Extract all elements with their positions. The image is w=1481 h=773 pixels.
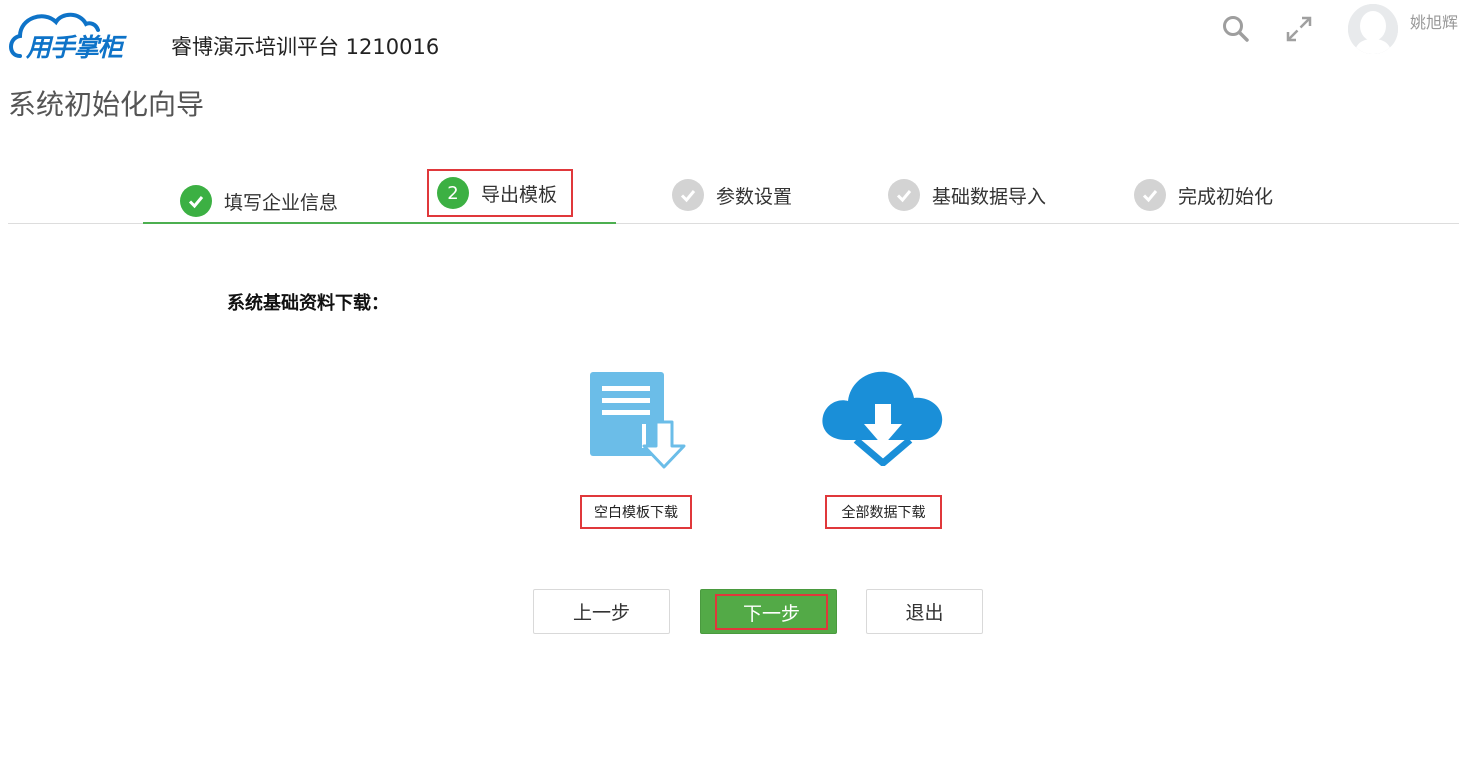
search-icon[interactable]	[1221, 14, 1251, 44]
step-label: 完成初始化	[1178, 185, 1274, 208]
platform-name: 睿博演示培训平台 1210016	[171, 35, 440, 59]
check-icon	[672, 179, 704, 211]
step-label: 参数设置	[716, 185, 793, 208]
step-parameter-settings[interactable]: 参数设置	[672, 175, 792, 215]
page-title: 系统初始化向导	[8, 88, 205, 121]
step-base-data-import[interactable]: 基础数据导入	[888, 175, 1046, 215]
step-finish-initialization[interactable]: 完成初始化	[1134, 175, 1273, 215]
section-title: 系统基础资料下载：	[227, 293, 389, 314]
check-icon	[180, 185, 212, 217]
logo[interactable]: 用手掌柜	[6, 4, 166, 64]
username[interactable]: 姚旭辉	[1410, 9, 1458, 33]
step-label: 基础数据导入	[932, 185, 1047, 208]
check-icon	[888, 179, 920, 211]
step-export-template[interactable]: 2 导出模板	[427, 169, 573, 217]
cloud-download-icon[interactable]	[820, 368, 946, 467]
exit-button[interactable]: 退出	[866, 589, 983, 634]
all-data-download-link[interactable]: 全部数据下载	[825, 495, 942, 529]
step-label: 导出模板	[481, 183, 558, 206]
expand-icon[interactable]	[1284, 14, 1314, 44]
step-fill-company-info[interactable]: 填写企业信息	[180, 181, 338, 221]
user-silhouette-icon	[1348, 4, 1398, 54]
step-number: 2	[437, 177, 469, 209]
check-icon	[1134, 179, 1166, 211]
step-label: 填写企业信息	[224, 191, 339, 214]
avatar[interactable]	[1348, 4, 1398, 54]
previous-step-button[interactable]: 上一步	[533, 589, 670, 634]
page: 用手掌柜 睿博演示培训平台 1210016 姚旭辉 系统初始化向导 填写企业信息…	[0, 0, 1481, 773]
blank-template-download-link[interactable]: 空白模板下载	[580, 495, 692, 529]
document-download-icon[interactable]	[590, 370, 690, 470]
steps-progress-line	[143, 222, 616, 224]
next-step-button[interactable]: 下一步	[700, 589, 837, 634]
next-step-label: 下一步	[715, 594, 828, 630]
logo-text: 用手掌柜	[26, 33, 123, 62]
